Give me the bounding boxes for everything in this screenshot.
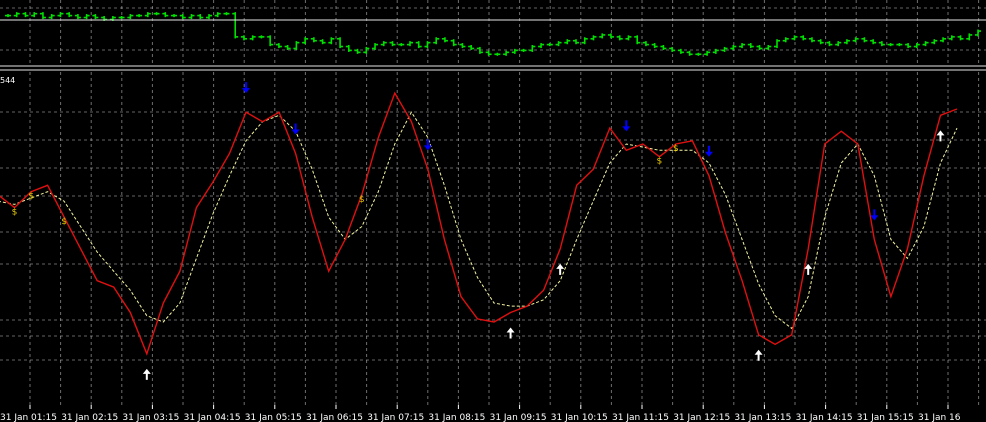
trading-chart[interactable]: $ $ $ $ $ $ 31 Jan 01:15 31 Jan 02:15 31 Jan 03… bbox=[0, 0, 986, 422]
time-tick-label: 31 Jan 16 bbox=[918, 413, 961, 422]
time-tick-label: 31 Jan 15:15 bbox=[857, 413, 914, 422]
dollar-marker-icon[interactable]: $ bbox=[657, 157, 663, 167]
dollar-marker-glyph: $ bbox=[12, 208, 18, 218]
time-tick-label: 31 Jan 05:15 bbox=[245, 413, 302, 422]
time-tick-label: 31 Jan 04:15 bbox=[184, 413, 241, 422]
dollar-marker-icon[interactable]: $ bbox=[359, 195, 365, 205]
chart-background bbox=[0, 0, 986, 422]
dollar-marker-glyph: $ bbox=[359, 195, 365, 205]
dollar-marker-icon[interactable]: $ bbox=[28, 192, 34, 202]
dollar-marker-icon[interactable]: $ bbox=[12, 208, 18, 218]
dollar-marker-icon[interactable]: $ bbox=[61, 217, 67, 227]
time-tick-label: 31 Jan 01:15 bbox=[0, 413, 57, 422]
time-tick-label: 31 Jan 02:15 bbox=[61, 413, 118, 422]
time-tick-label: 31 Jan 08:15 bbox=[428, 413, 485, 422]
time-tick-label: 31 Jan 11:15 bbox=[612, 413, 669, 422]
time-tick-label: 31 Jan 12:15 bbox=[673, 413, 730, 422]
dollar-marker-glyph: $ bbox=[657, 157, 663, 167]
time-tick-label: 31 Jan 03:15 bbox=[122, 413, 179, 422]
dollar-marker-glyph: $ bbox=[61, 217, 67, 227]
time-tick-label: 31 Jan 09:15 bbox=[490, 413, 547, 422]
time-tick-label: 31 Jan 07:15 bbox=[367, 413, 424, 422]
time-tick-label: 31 Jan 13:15 bbox=[734, 413, 791, 422]
indicator-label: 544 bbox=[0, 76, 15, 85]
time-tick-label: 31 Jan 10:15 bbox=[551, 413, 608, 422]
dollar-marker-icon[interactable]: $ bbox=[673, 144, 679, 154]
time-tick-label: 31 Jan 06:15 bbox=[306, 413, 363, 422]
dollar-marker-glyph: $ bbox=[673, 144, 679, 154]
time-tick-label: 31 Jan 14:15 bbox=[796, 413, 853, 422]
dollar-marker-glyph: $ bbox=[28, 192, 34, 202]
